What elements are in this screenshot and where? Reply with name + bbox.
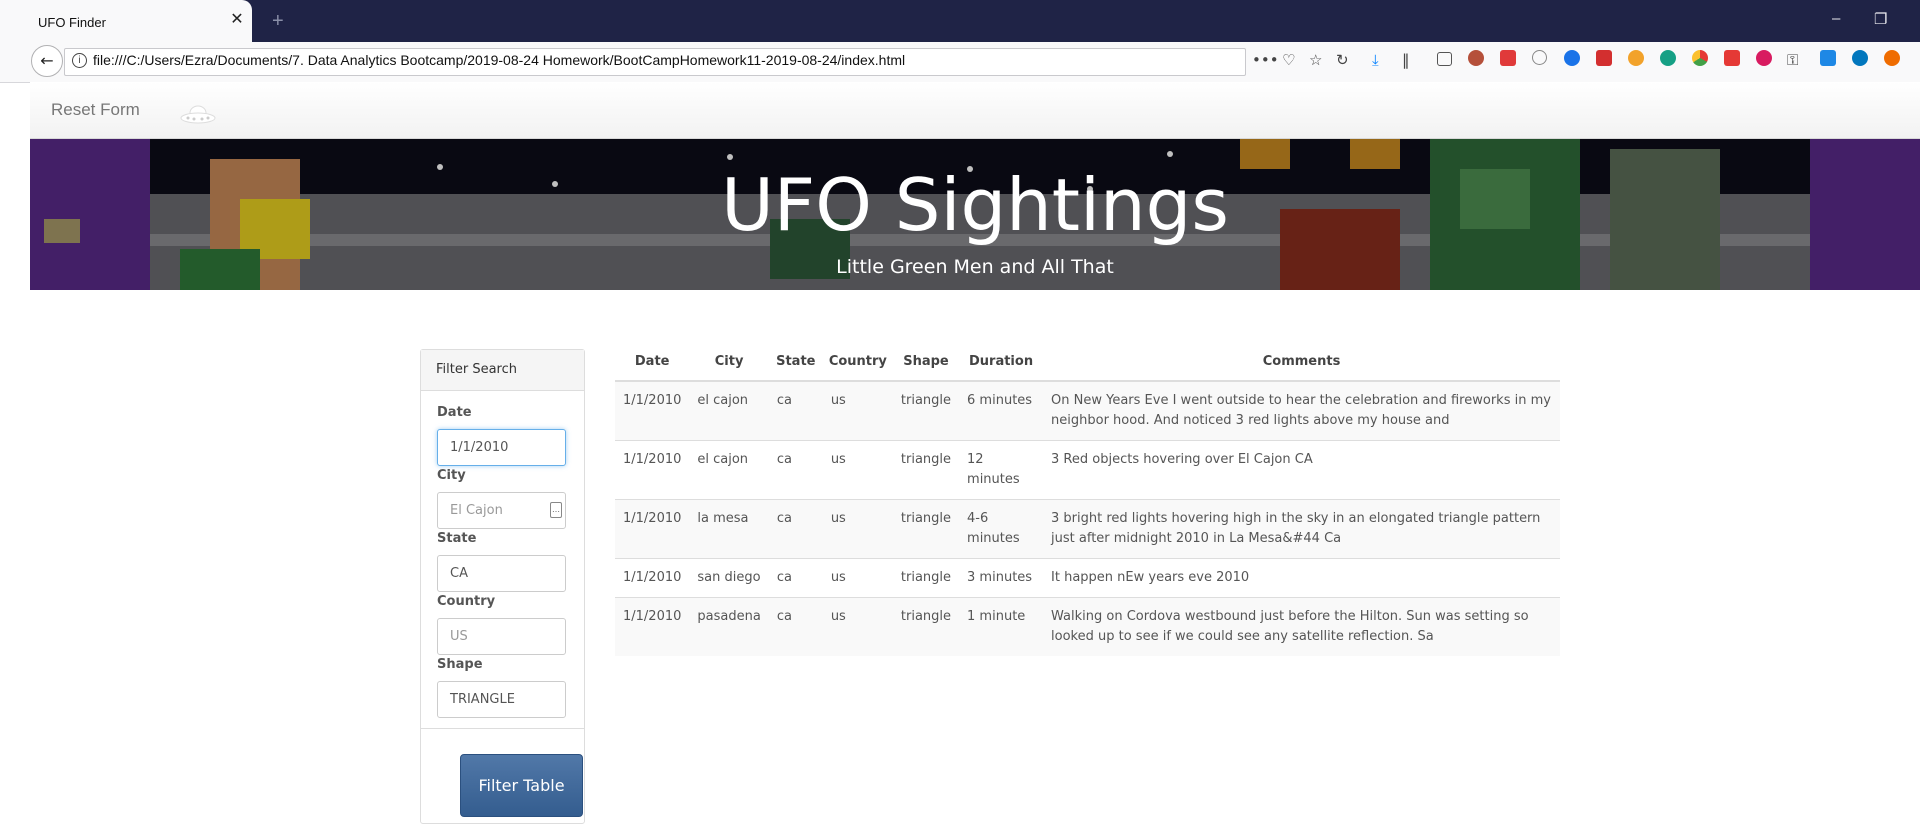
- extension-icon-9[interactable]: [1820, 50, 1836, 66]
- country-label: Country: [437, 594, 496, 609]
- extension-icon-10[interactable]: [1852, 50, 1868, 66]
- download-icon[interactable]: ⤓: [1372, 51, 1379, 69]
- table-header-row: Date City State Country Shape Duration C…: [615, 342, 1560, 382]
- new-tab-icon[interactable]: +: [272, 10, 284, 33]
- date-label: Date: [437, 405, 472, 420]
- city-cell: la mesa: [689, 499, 769, 559]
- state-cell: ca: [768, 597, 823, 656]
- date-cell: 1/1/2010: [615, 558, 690, 598]
- extension-icon-2[interactable]: [1532, 50, 1547, 65]
- extension-icon-5[interactable]: [1628, 50, 1644, 66]
- state-cell: ca: [768, 440, 823, 500]
- filter-table-button[interactable]: Filter Table: [460, 754, 583, 817]
- state-cell: ca: [768, 380, 823, 441]
- key-icon[interactable]: ⚿: [1787, 51, 1798, 69]
- minimize-icon[interactable]: –: [1832, 10, 1840, 27]
- comments-cell: 3 Red objects hovering over El Cajon CA: [1043, 440, 1560, 500]
- duration-cell: 3 minutes: [959, 558, 1044, 598]
- extension-icon-6[interactable]: [1660, 50, 1676, 66]
- comments-cell: On New Years Eve I went outside to hear …: [1043, 380, 1560, 441]
- page-navbar: [30, 82, 1920, 139]
- table-row: 1/1/2010 el cajon ca us triangle 6 minut…: [615, 380, 1560, 441]
- reload-icon[interactable]: ↻: [1336, 51, 1349, 69]
- extension-icon-3[interactable]: [1564, 50, 1580, 66]
- shape-cell: triangle: [892, 597, 960, 656]
- city-field[interactable]: El Cajon: [437, 492, 566, 529]
- table-row: 1/1/2010 pasadena ca us triangle 1 minut…: [615, 597, 1560, 656]
- country-cell: us: [822, 558, 893, 598]
- extension-icon-1[interactable]: [1500, 50, 1516, 66]
- filter-panel-title: Filter Search: [436, 362, 517, 377]
- sidebar-icon[interactable]: [1437, 52, 1452, 66]
- country-cell: us: [822, 440, 893, 500]
- bookmark-star-icon[interactable]: ☆: [1309, 51, 1322, 69]
- shape-cell: triangle: [892, 380, 960, 441]
- comments-cell: It happen nEw years eve 2010: [1043, 558, 1560, 598]
- browser-tab-bar: [0, 0, 1920, 42]
- duration-cell: 4-6 minutes: [959, 499, 1044, 559]
- city-cell: san diego: [689, 558, 769, 598]
- date-field[interactable]: 1/1/2010: [437, 429, 566, 466]
- country-cell: us: [822, 597, 893, 656]
- date-cell: 1/1/2010: [615, 440, 690, 500]
- table-row: 1/1/2010 san diego ca us triangle 3 minu…: [615, 558, 1560, 598]
- page-subtitle: Little Green Men and All That: [836, 256, 1114, 278]
- column-header: State: [768, 342, 823, 382]
- extension-icon-4[interactable]: [1596, 50, 1612, 66]
- reset-form-link[interactable]: Reset Form: [51, 100, 140, 120]
- country-cell: us: [822, 499, 893, 559]
- column-header: Comments: [1043, 342, 1560, 382]
- date-cell: 1/1/2010: [615, 499, 690, 559]
- sightings-table: Date City State Country Shape Duration C…: [615, 342, 1560, 656]
- city-cell: pasadena: [689, 597, 769, 656]
- extension-icon-11[interactable]: [1884, 50, 1900, 66]
- autofill-icon[interactable]: …: [550, 502, 562, 518]
- page-actions-icon[interactable]: •••: [1252, 51, 1279, 69]
- extension-icon-8[interactable]: [1724, 50, 1740, 66]
- shape-field[interactable]: TRIANGLE: [437, 681, 566, 718]
- shape-cell: triangle: [892, 440, 960, 500]
- profile-avatar-icon[interactable]: [1468, 50, 1484, 66]
- table-row: 1/1/2010 la mesa ca us triangle 4-6 minu…: [615, 499, 1560, 559]
- column-header: Duration: [959, 342, 1044, 382]
- page-title: UFO Sightings: [721, 163, 1229, 247]
- shape-cell: triangle: [892, 558, 960, 598]
- ufo-icon: [180, 105, 216, 124]
- duration-cell: 12 minutes: [959, 440, 1044, 500]
- table-row: 1/1/2010 el cajon ca us triangle 12 minu…: [615, 440, 1560, 500]
- date-cell: 1/1/2010: [615, 597, 690, 656]
- restore-icon[interactable]: ❐: [1874, 10, 1887, 28]
- comments-cell: Walking on Cordova westbound just before…: [1043, 597, 1560, 656]
- state-cell: ca: [768, 558, 823, 598]
- country-field[interactable]: US: [437, 618, 566, 655]
- library-icon[interactable]: ‖: [1402, 51, 1410, 69]
- city-cell: el cajon: [689, 380, 769, 441]
- state-cell: ca: [768, 499, 823, 559]
- url-text[interactable]: file:///C:/Users/Ezra/Documents/7. Data …: [93, 52, 905, 68]
- pinterest-icon[interactable]: [1756, 50, 1772, 66]
- city-cell: el cajon: [689, 440, 769, 500]
- info-icon[interactable]: i: [72, 53, 87, 68]
- hero-banner: UFO Sightings Little Green Men and All T…: [30, 139, 1920, 290]
- country-cell: us: [822, 380, 893, 441]
- city-label: City: [437, 468, 466, 483]
- column-header: Date: [615, 342, 690, 382]
- column-header: Country: [822, 342, 893, 382]
- comments-cell: 3 bright red lights hovering high in the…: [1043, 499, 1560, 559]
- close-tab-icon[interactable]: ✕: [228, 10, 246, 28]
- pocket-icon[interactable]: ♡: [1282, 51, 1295, 69]
- back-arrow-icon[interactable]: ←: [31, 45, 63, 77]
- column-header: City: [689, 342, 769, 382]
- state-field[interactable]: CA: [437, 555, 566, 592]
- shape-label: Shape: [437, 657, 483, 672]
- date-cell: 1/1/2010: [615, 380, 690, 441]
- shape-cell: triangle: [892, 499, 960, 559]
- extension-icon-7[interactable]: [1692, 50, 1708, 66]
- browser-tab-title: UFO Finder: [38, 15, 106, 30]
- column-header: Shape: [892, 342, 960, 382]
- duration-cell: 6 minutes: [959, 380, 1044, 441]
- state-label: State: [437, 531, 477, 546]
- duration-cell: 1 minute: [959, 597, 1044, 656]
